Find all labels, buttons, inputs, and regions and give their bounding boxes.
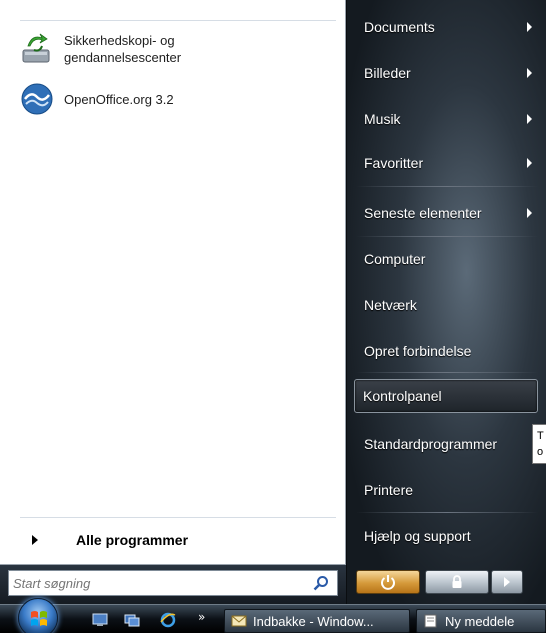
menu-item-label: Seneste elementer <box>364 205 482 221</box>
submenu-arrow-icon <box>527 114 532 124</box>
internet-explorer-icon[interactable] <box>160 612 176 628</box>
taskbar-button-label: Indbakke - Window... <box>253 613 374 629</box>
menu-item-label: Standardprogrammer <box>364 436 498 452</box>
menu-item-favoritter[interactable]: Favoritter <box>356 146 538 180</box>
submenu-arrow-icon <box>527 158 532 168</box>
search-input[interactable] <box>13 575 303 591</box>
backup-restore-icon <box>22 33 50 63</box>
submenu-arrow-icon <box>527 68 532 78</box>
menu-item-label: Printere <box>364 482 414 498</box>
show-desktop-icon[interactable] <box>92 612 108 628</box>
submenu-arrow-icon <box>527 208 532 218</box>
search-icon[interactable] <box>313 575 329 591</box>
windows-logo-icon <box>31 611 47 626</box>
menu-item-default-programs[interactable]: Standardprogrammer <box>356 427 538 461</box>
submenu-arrow-icon <box>527 22 532 32</box>
power-icon <box>381 575 395 590</box>
menu-item-label: Kontrolpanel <box>363 388 442 404</box>
menu-item-label: Computer <box>364 251 426 267</box>
triangle-right-icon <box>32 535 38 545</box>
mail-icon <box>231 615 247 627</box>
menu-item-label: Billeder <box>364 65 411 81</box>
program-label: OpenOffice.org 3.2 <box>64 91 174 107</box>
all-programs-label: Alle programmer <box>76 532 189 548</box>
program-label: gendannelsescenter <box>64 50 182 65</box>
divider <box>356 186 538 187</box>
quick-launch-overflow[interactable]: » <box>198 610 205 624</box>
new-message-icon <box>424 614 437 628</box>
shutdown-options-button[interactable] <box>491 570 523 594</box>
menu-item-label: Favoritter <box>364 155 424 171</box>
menu-item-computer[interactable]: Computer <box>356 242 538 276</box>
all-programs-button[interactable]: Alle programmer <box>20 523 320 557</box>
menu-item-documents[interactable]: Documents <box>356 10 538 44</box>
switch-windows-icon[interactable] <box>124 612 140 628</box>
menu-item-label: Musik <box>364 111 401 127</box>
start-button[interactable] <box>18 598 58 633</box>
menu-item-printere[interactable]: Printere <box>356 473 538 507</box>
menu-item-label: Netværk <box>364 297 417 313</box>
divider <box>20 20 336 21</box>
taskbar-button-new-message[interactable]: Ny meddele <box>416 609 546 633</box>
menu-item-kontrolpanel[interactable]: Kontrolpanel <box>354 379 538 413</box>
program-openoffice[interactable]: OpenOffice.org 3.2 <box>20 76 174 122</box>
start-menu-programs-pane: Sikkerhedskopi- og gendannelsescenter Op… <box>0 0 346 565</box>
menu-item-billeder[interactable]: Billeder <box>356 56 538 90</box>
lock-button[interactable] <box>425 570 489 594</box>
divider <box>356 236 538 237</box>
triangle-right-icon <box>504 577 510 587</box>
menu-item-musik[interactable]: Musik <box>356 102 538 136</box>
taskbar-button-inbox[interactable]: Indbakke - Window... <box>224 609 410 633</box>
menu-item-recent-items[interactable]: Seneste elementer <box>356 196 538 230</box>
menu-item-help-support[interactable]: Hjælp og support <box>356 519 538 553</box>
openoffice-icon <box>21 83 53 115</box>
program-backup-restore[interactable]: Sikkerhedskopi- og gendannelsescenter <box>20 26 181 72</box>
menu-item-label: Hjælp og support <box>364 528 471 544</box>
menu-item-label: Documents <box>364 19 435 35</box>
search-box[interactable] <box>8 570 338 596</box>
power-button[interactable] <box>356 570 420 594</box>
lock-icon <box>452 575 462 588</box>
menu-item-netvaerk[interactable]: Netværk <box>356 288 538 322</box>
menu-item-label: Opret forbindelse <box>364 343 472 359</box>
divider <box>356 512 538 513</box>
taskbar-button-label: Ny meddele <box>445 613 515 629</box>
divider <box>20 517 336 518</box>
divider <box>356 372 538 373</box>
program-label: Sikkerhedskopi- og <box>64 33 175 48</box>
menu-item-connect[interactable]: Opret forbindelse <box>356 334 538 368</box>
tooltip: T o <box>532 424 546 464</box>
